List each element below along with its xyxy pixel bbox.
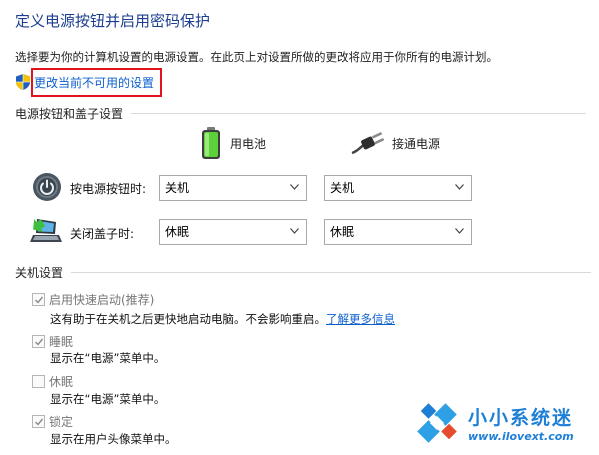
learn-more-link[interactable]: 了解更多信息 xyxy=(326,312,395,326)
lock-label: 锁定 xyxy=(49,415,74,429)
lock-description: 显示在用户头像菜单中。 xyxy=(50,432,177,446)
hibernate-option[interactable]: 休眠 xyxy=(32,373,73,390)
checkmark-icon xyxy=(34,338,43,346)
dropdown-value: 关机 xyxy=(165,181,190,195)
watermark-url: www.ilovext.com xyxy=(468,430,574,443)
shutdown-settings-section-title: 关机设置 xyxy=(15,264,592,281)
lid-plugged-dropdown[interactable]: 休眠 xyxy=(324,219,472,245)
page-title: 定义电源按钮并启用密码保护 xyxy=(15,12,211,30)
watermark-logo-icon xyxy=(417,403,457,443)
checkmark-icon xyxy=(34,418,43,426)
plugged-in-column-label: 接通电源 xyxy=(392,136,441,151)
watermark: 小小系统迷 www.ilovext.com xyxy=(414,396,596,450)
power-button-icon xyxy=(32,172,62,205)
section-divider xyxy=(131,113,587,114)
power-button-plugged-dropdown[interactable]: 关机 xyxy=(324,175,472,201)
lid-battery-dropdown[interactable]: 休眠 xyxy=(159,219,307,245)
close-lid-label: 关闭盖子时: xyxy=(70,227,135,241)
intro-text: 选择要为你的计算机设置的电源设置。在此页上对设置所做的更改将应用于你所有的电源计… xyxy=(15,50,498,64)
plug-icon xyxy=(351,131,384,155)
battery-icon xyxy=(202,127,220,159)
power-button-battery-dropdown[interactable]: 关机 xyxy=(159,175,307,201)
hibernate-description: 显示在“电源”菜单中。 xyxy=(50,392,166,406)
laptop-lid-icon xyxy=(29,213,63,250)
fast-startup-label: 启用快速启动(推荐) xyxy=(49,293,155,307)
highlight-box xyxy=(31,68,162,97)
battery-column-label: 用电池 xyxy=(230,136,267,151)
chevron-down-icon xyxy=(455,184,464,190)
chevron-down-icon xyxy=(455,228,464,234)
sleep-label: 睡眠 xyxy=(49,335,74,349)
uac-shield-icon xyxy=(15,73,31,91)
checkmark-icon xyxy=(34,296,43,304)
plugged-in-column-header: 接通电源 xyxy=(350,125,440,161)
fast-startup-description: 这有助于在关机之后更快地启动电脑。不会影响重启。了解更多信息 xyxy=(50,311,395,327)
watermark-text: 小小系统迷 www.ilovext.com xyxy=(468,403,574,443)
sleep-option[interactable]: 睡眠 xyxy=(32,333,73,350)
hibernate-label: 休眠 xyxy=(49,375,74,389)
fast-startup-desc-text: 这有助于在关机之后更快地启动电脑。不会影响重启。 xyxy=(50,312,326,326)
section-title-text: 关机设置 xyxy=(15,266,64,280)
power-buttons-section-title: 电源按钮和盖子设置 xyxy=(15,105,587,122)
chevron-down-icon xyxy=(290,184,299,190)
dropdown-value: 休眠 xyxy=(165,225,190,239)
dropdown-value: 关机 xyxy=(330,181,355,195)
lock-option[interactable]: 锁定 xyxy=(32,413,73,430)
fast-startup-option[interactable]: 启用快速启动(推荐) xyxy=(32,291,154,308)
chevron-down-icon xyxy=(290,228,299,234)
section-divider xyxy=(71,272,592,273)
sleep-checkbox[interactable] xyxy=(32,335,45,348)
battery-column-header: 用电池 xyxy=(200,125,266,161)
sleep-description: 显示在“电源”菜单中。 xyxy=(50,351,166,365)
section-title-text: 电源按钮和盖子设置 xyxy=(15,107,124,121)
lock-checkbox[interactable] xyxy=(32,415,45,428)
fast-startup-checkbox[interactable] xyxy=(32,293,45,306)
power-button-label: 按电源按钮时: xyxy=(70,182,147,196)
watermark-title: 小小系统迷 xyxy=(468,407,574,429)
dropdown-value: 休眠 xyxy=(330,225,355,239)
hibernate-checkbox[interactable] xyxy=(32,375,45,388)
